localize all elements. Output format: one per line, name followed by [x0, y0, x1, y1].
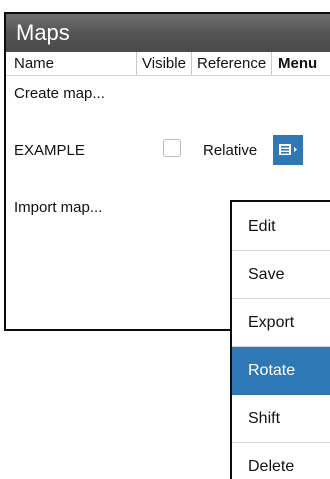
context-menu: Edit Save Export Rotate Shift Delete	[230, 200, 330, 479]
column-header-visible[interactable]: Visible	[136, 52, 191, 75]
create-map-row[interactable]: Create map...	[6, 76, 330, 112]
dialog-title: Maps	[6, 14, 330, 52]
menu-item-export[interactable]: Export	[232, 299, 330, 347]
menu-item-rotate[interactable]: Rotate	[232, 347, 330, 395]
menu-item-save[interactable]: Save	[232, 251, 330, 299]
column-header-name[interactable]: Name	[6, 52, 136, 75]
menu-item-shift[interactable]: Shift	[232, 395, 330, 443]
visible-checkbox[interactable]	[163, 139, 181, 157]
table-header: Name Visible Reference Menu	[6, 52, 330, 76]
table-row[interactable]: EXAMPLE Relative	[6, 135, 330, 171]
menu-item-delete[interactable]: Delete	[232, 443, 330, 479]
menu-list-icon	[279, 144, 297, 155]
screen: Maps Name Visible Reference Menu Create …	[0, 0, 330, 479]
import-map-label: Import map...	[14, 199, 103, 216]
menu-item-edit[interactable]: Edit	[232, 202, 330, 251]
column-header-menu[interactable]: Menu	[271, 52, 330, 75]
map-reference: Relative	[203, 142, 258, 159]
column-header-reference[interactable]: Reference	[191, 52, 271, 75]
create-map-label: Create map...	[14, 85, 105, 102]
row-menu-button[interactable]	[273, 135, 303, 165]
map-name: EXAMPLE	[14, 142, 85, 159]
